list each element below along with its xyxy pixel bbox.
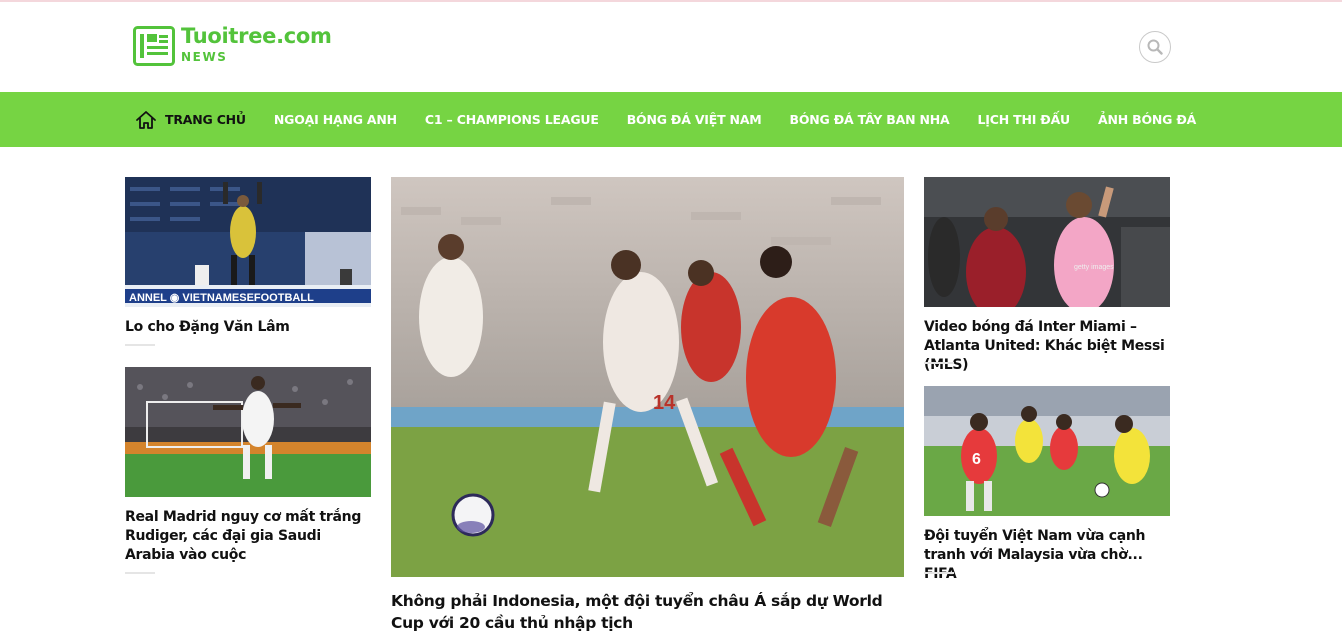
home-icon [136, 110, 156, 129]
site-logo[interactable]: Tuoitree.com NEWS [133, 26, 332, 66]
svg-text:getty images: getty images [1074, 264, 1114, 271]
site-name: Tuoitree.com [181, 24, 332, 48]
site-header: Tuoitree.com NEWS [0, 2, 1342, 92]
nav-item-champions-league[interactable]: C1 – CHAMPIONS LEAGUE [425, 92, 599, 147]
article-image-right-bottom[interactable]: 6 [924, 386, 1170, 516]
article-image-right-top[interactable]: getty images [924, 177, 1170, 307]
nav-item-schedule[interactable]: LỊCH THI ĐẤU [978, 92, 1071, 147]
nav-item-premier-league[interactable]: NGOẠI HẠNG ANH [274, 92, 397, 147]
article-title-right-top[interactable]: Video bóng đá Inter Miami – Atlanta Unit… [924, 318, 1170, 375]
nav-item-photos[interactable]: ẢNH BÓNG ĐÁ [1098, 92, 1196, 147]
article-image-left-bottom[interactable] [125, 367, 371, 497]
svg-text:6: 6 [972, 451, 981, 468]
newspaper-icon [133, 26, 175, 66]
separator [125, 344, 155, 346]
article-title-left-top[interactable]: Lo cho Đặng Văn Lâm [125, 318, 371, 337]
svg-text:14: 14 [653, 392, 676, 414]
search-icon [1147, 39, 1163, 55]
nav-item-spain-football[interactable]: BÓNG ĐÁ TÂY BAN NHA [790, 92, 950, 147]
separator [924, 572, 954, 574]
svg-text:ANNEL ◉ VIETNAMESEFOOTBALL: ANNEL ◉ VIETNAMESEFOOTBALL [129, 292, 314, 304]
nav-label-home: TRANG CHỦ [165, 112, 246, 127]
featured-article-image[interactable]: 14 [391, 177, 904, 577]
site-tagline: NEWS [181, 50, 228, 64]
search-button[interactable] [1139, 31, 1171, 63]
main-navigation: TRANG CHỦ NGOẠI HẠNG ANH C1 – CHAMPIONS … [0, 92, 1342, 147]
nav-item-home[interactable]: TRANG CHỦ [135, 92, 246, 147]
separator [924, 362, 954, 364]
article-title-left-bottom[interactable]: Real Madrid nguy cơ mất trắng Rudiger, c… [125, 508, 371, 565]
featured-article-title[interactable]: Không phải Indonesia, một đội tuyển châu… [391, 590, 904, 634]
separator [125, 572, 155, 574]
nav-item-vietnam-football[interactable]: BÓNG ĐÁ VIỆT NAM [627, 92, 762, 147]
article-title-right-bottom[interactable]: Đội tuyển Việt Nam vừa cạnh tranh với Ma… [924, 527, 1170, 584]
article-image-left-top[interactable]: ANNEL ◉ VIETNAMESEFOOTBALL [125, 177, 371, 307]
